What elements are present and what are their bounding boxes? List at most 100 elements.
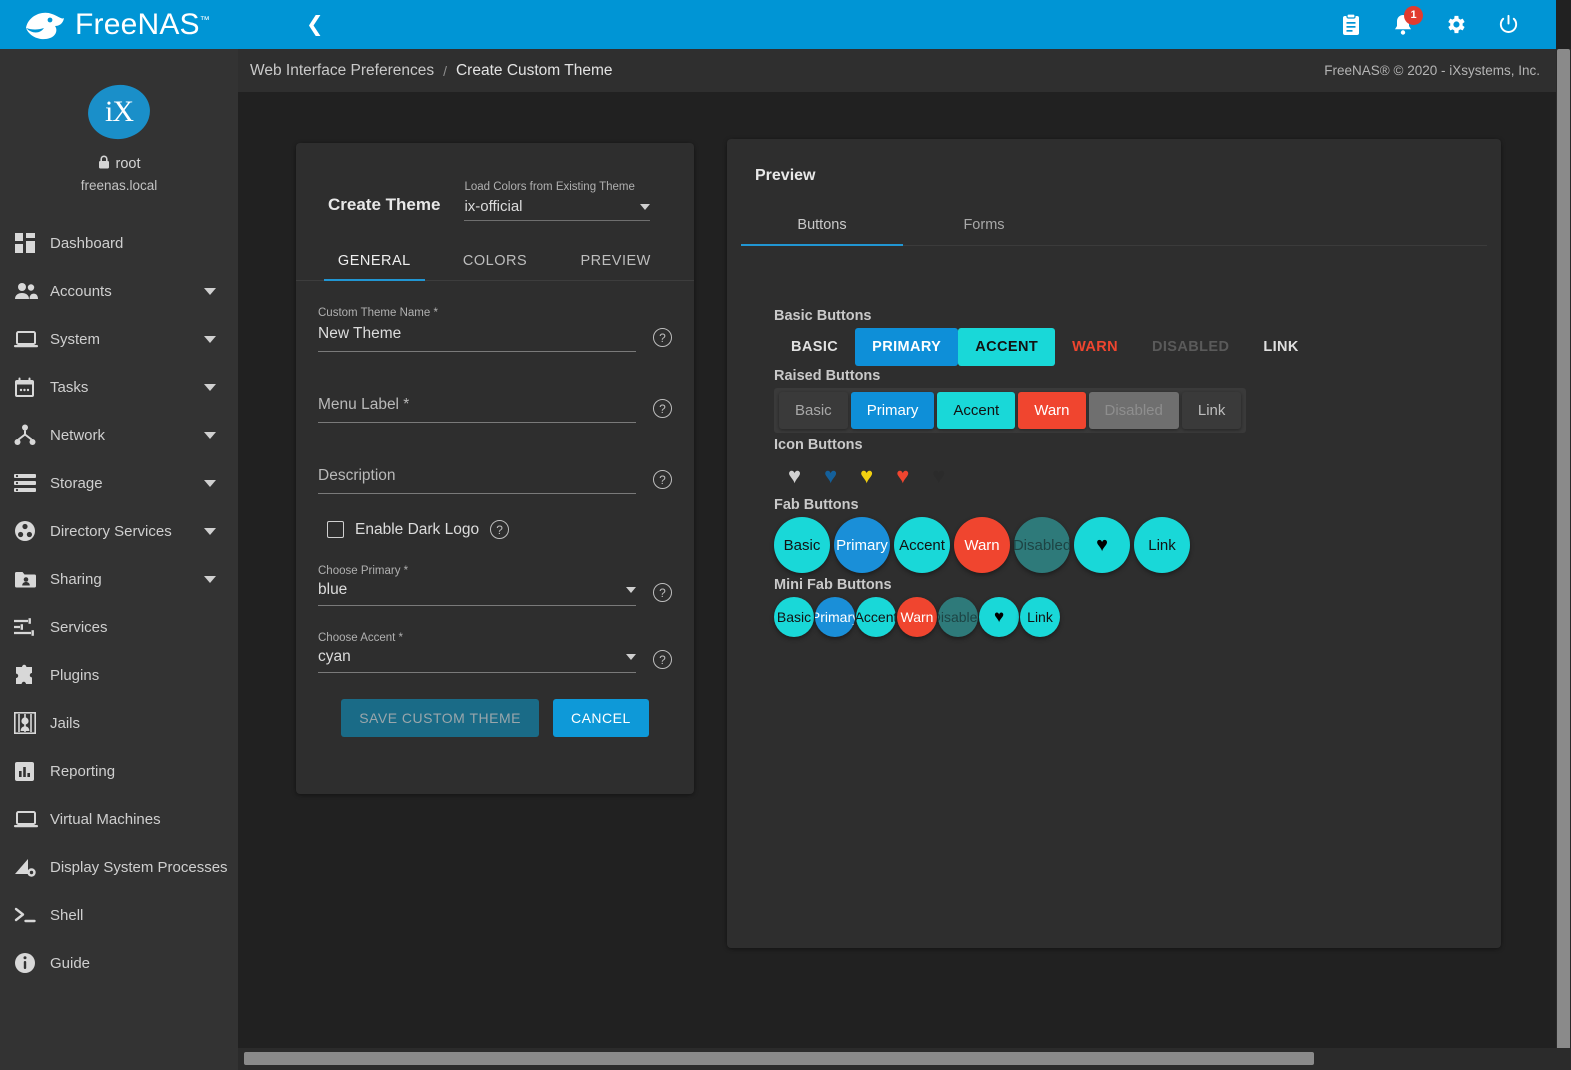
sidebar-item-directory-services[interactable]: Directory Services bbox=[0, 507, 238, 555]
sidebar-item-label: Shell bbox=[50, 907, 238, 924]
heart-warn-icon[interactable]: ♥ bbox=[896, 465, 909, 487]
raised-button-accent[interactable]: Accent bbox=[937, 392, 1015, 429]
menu-label-input[interactable]: Menu Label * bbox=[318, 396, 636, 423]
enable-dark-logo-checkbox[interactable] bbox=[327, 521, 344, 538]
theme-name-label: Custom Theme Name * bbox=[318, 307, 636, 321]
mini-fab-button-accent[interactable]: Accent bbox=[856, 597, 896, 637]
sidebar-item-storage[interactable]: Storage bbox=[0, 459, 238, 507]
heart-primary-icon[interactable]: ♥ bbox=[824, 465, 837, 487]
raised-button-disabled: Disabled bbox=[1089, 392, 1179, 429]
fab-button-warn[interactable]: Warn bbox=[954, 517, 1010, 573]
vertical-scrollbar[interactable] bbox=[1556, 49, 1571, 1070]
fab-button-accent[interactable]: Accent bbox=[894, 517, 950, 573]
sidebar-username-text: root bbox=[116, 156, 141, 172]
tab-colors[interactable]: COLORS bbox=[435, 241, 556, 280]
choose-accent-select[interactable]: cyan bbox=[318, 648, 636, 673]
sidebar-item-display-system-processes[interactable]: Display System Processes bbox=[0, 843, 238, 891]
theme-name-help-icon[interactable]: ? bbox=[653, 328, 672, 347]
mini-fab-button-basic[interactable]: Basic bbox=[774, 597, 814, 637]
sidebar-item-services[interactable]: Services bbox=[0, 603, 238, 651]
basic-buttons-heading: Basic Buttons bbox=[774, 308, 1501, 324]
sidebar-item-jails[interactable]: Jails bbox=[0, 699, 238, 747]
tab-general[interactable]: GENERAL bbox=[314, 241, 435, 280]
choose-accent-field: Choose Accent * cyan ? bbox=[318, 632, 672, 673]
horizontal-scrollbar[interactable] bbox=[238, 1048, 1571, 1070]
raised-button-warn[interactable]: Warn bbox=[1018, 392, 1085, 429]
brand-wordmark: FreeNAS™ bbox=[75, 8, 210, 42]
tab-buttons[interactable]: Buttons bbox=[741, 207, 903, 245]
heart-basic-icon[interactable]: ♥ bbox=[788, 465, 801, 487]
theme-name-input[interactable]: New Theme bbox=[318, 325, 636, 352]
sidebar-item-sharing[interactable]: Sharing bbox=[0, 555, 238, 603]
notification-badge: 1 bbox=[1404, 6, 1423, 25]
cancel-button[interactable]: CANCEL bbox=[553, 699, 649, 737]
description-help-icon[interactable]: ? bbox=[653, 470, 672, 489]
chevron-down-icon bbox=[626, 654, 636, 660]
lock-icon bbox=[98, 155, 110, 173]
system-laptop-icon bbox=[14, 327, 50, 351]
basic-button-basic[interactable]: BASIC bbox=[774, 328, 855, 366]
mini-fab-button-heart[interactable]: ♥ bbox=[979, 597, 1019, 637]
fab-button-basic[interactable]: Basic bbox=[774, 517, 830, 573]
breadcrumb: Web Interface Preferences / Create Custo… bbox=[238, 49, 1556, 92]
tab-forms[interactable]: Forms bbox=[903, 207, 1065, 245]
basic-button-warn[interactable]: WARN bbox=[1055, 328, 1135, 366]
sidebar-item-system[interactable]: System bbox=[0, 315, 238, 363]
clipboard-icon[interactable] bbox=[1340, 13, 1362, 37]
mini-fab-button-primary[interactable]: Primary bbox=[815, 597, 855, 637]
heart-accent-icon[interactable]: ♥ bbox=[860, 465, 873, 487]
theme-name-value: New Theme bbox=[318, 325, 636, 345]
power-icon[interactable] bbox=[1497, 13, 1520, 36]
menu-label-label bbox=[318, 378, 636, 392]
sidebar-item-accounts[interactable]: Accounts bbox=[0, 267, 238, 315]
description-input[interactable]: Description bbox=[318, 467, 636, 494]
sidebar-item-tasks[interactable]: Tasks bbox=[0, 363, 238, 411]
settings-gear-icon[interactable] bbox=[1444, 13, 1467, 36]
basic-button-primary[interactable]: PRIMARY bbox=[855, 328, 958, 366]
sidebar-item-label: Network bbox=[50, 427, 204, 444]
sidebar-item-network[interactable]: Network bbox=[0, 411, 238, 459]
guide-info-icon bbox=[14, 951, 50, 975]
sidebar-item-label: Plugins bbox=[50, 667, 238, 684]
choose-accent-help-icon[interactable]: ? bbox=[653, 650, 672, 669]
basic-button-link[interactable]: LINK bbox=[1246, 328, 1315, 366]
raised-button-link[interactable]: Link bbox=[1182, 392, 1242, 429]
chevron-left-icon[interactable]: ❮ bbox=[306, 12, 324, 37]
theme-name-field: Custom Theme Name * New Theme ? bbox=[318, 307, 672, 352]
menu-label-help-icon[interactable]: ? bbox=[653, 399, 672, 418]
freenas-fish-logo-icon bbox=[22, 8, 66, 42]
sidebar-item-guide[interactable]: Guide bbox=[0, 939, 238, 987]
raised-button-basic[interactable]: Basic bbox=[779, 392, 848, 429]
sidebar-item-label: Display System Processes bbox=[50, 859, 238, 876]
hamburger-icon[interactable] bbox=[260, 14, 288, 36]
sidebar-item-dashboard[interactable]: Dashboard bbox=[0, 219, 238, 267]
vertical-scrollbar-thumb[interactable] bbox=[1557, 49, 1570, 1070]
fab-button-primary[interactable]: Primary bbox=[834, 517, 890, 573]
choose-accent-label: Choose Accent * bbox=[318, 632, 636, 644]
breadcrumb-parent[interactable]: Web Interface Preferences bbox=[250, 62, 434, 80]
display-system-processes-icon bbox=[14, 855, 50, 879]
fab-button-disabled: Disabled bbox=[1014, 517, 1070, 573]
save-custom-theme-button[interactable]: SAVE CUSTOM THEME bbox=[341, 699, 539, 737]
enable-dark-logo-help-icon[interactable]: ? bbox=[490, 520, 509, 539]
sidebar-item-shell[interactable]: Shell bbox=[0, 891, 238, 939]
top-bar-actions: 1 bbox=[1340, 13, 1538, 37]
sidebar-item-plugins[interactable]: Plugins bbox=[0, 651, 238, 699]
basic-button-accent[interactable]: ACCENT bbox=[958, 328, 1055, 366]
choose-primary-help-icon[interactable]: ? bbox=[653, 583, 672, 602]
mini-fab-button-warn[interactable]: Warn bbox=[897, 597, 937, 637]
storage-list-icon bbox=[14, 471, 50, 495]
load-colors-select[interactable]: ix-official bbox=[464, 198, 650, 221]
sidebar-item-virtual-machines[interactable]: Virtual Machines bbox=[0, 795, 238, 843]
tab-preview[interactable]: PREVIEW bbox=[555, 241, 676, 280]
fab-button-link[interactable]: Link bbox=[1134, 517, 1190, 573]
horizontal-scrollbar-thumb[interactable] bbox=[244, 1052, 1314, 1065]
form-actions: SAVE CUSTOM THEME CANCEL bbox=[318, 699, 672, 737]
mini-fab-button-link[interactable]: Link bbox=[1020, 597, 1060, 637]
raised-button-primary[interactable]: Primary bbox=[851, 392, 935, 429]
fab-button-heart[interactable]: ♥ bbox=[1074, 517, 1130, 573]
choose-primary-select[interactable]: blue bbox=[318, 581, 636, 606]
sidebar-item-reporting[interactable]: Reporting bbox=[0, 747, 238, 795]
notifications-bell-icon[interactable]: 1 bbox=[1392, 13, 1414, 37]
fab-buttons-row: BasicPrimaryAccentWarnDisabled♥Link bbox=[774, 517, 1501, 573]
